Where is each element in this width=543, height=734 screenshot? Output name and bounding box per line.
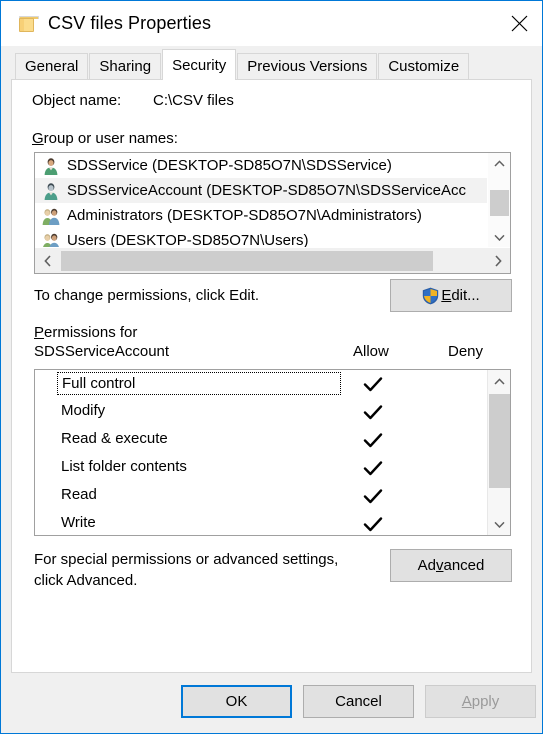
tab-security-label: Security [172,56,227,74]
column-header-allow: Allow [353,343,389,360]
user-icon [42,182,60,200]
group-list-hscroll-thumb[interactable] [61,251,433,271]
edit-button[interactable]: Edit... [390,279,512,312]
change-permissions-text: To change permissions, click Edit. [34,287,260,304]
list-item-label: SDSService (DESKTOP-SD85O7N\SDSService) [67,157,392,174]
advanced-text-line1: For special permissions or advanced sett… [34,551,339,568]
permissions-scroll-thumb[interactable] [489,394,510,488]
properties-dialog: CSV files Properties General Sharing Sec… [0,0,543,734]
deny-checkbox[interactable] [457,429,479,451]
cancel-button-label: Cancel [335,693,382,710]
scroll-down-icon[interactable] [488,227,510,247]
close-icon[interactable] [497,1,542,46]
allow-checkmark-icon[interactable] [362,457,384,479]
tab-sharing-label: Sharing [99,58,152,75]
tab-general[interactable]: General [15,53,89,79]
group-label-mnemonic: G [32,130,44,147]
permissions-rows: Full control Modify Read & execute List … [35,370,487,535]
allow-checkmark-icon[interactable] [362,373,384,395]
apply-button-label: Apply [461,693,500,710]
table-row[interactable]: Read & execute [35,426,487,454]
scroll-down-icon[interactable] [488,513,510,535]
group-icon [42,207,60,225]
table-row[interactable]: Modify [35,398,487,426]
scroll-left-icon[interactable] [35,248,59,273]
allow-checkmark-icon[interactable] [362,485,384,507]
cancel-button[interactable]: Cancel [303,685,414,718]
permission-name: Write [61,514,96,531]
group-icon [42,232,60,247]
deny-checkbox[interactable] [457,485,479,507]
scroll-up-icon[interactable] [488,370,510,392]
dialog-footer: OK Cancel Apply [1,673,542,733]
list-item[interactable]: SDSService (DESKTOP-SD85O7N\SDSService) [35,153,487,178]
permissions-label-mnemonic: P [34,324,45,341]
table-row[interactable]: List folder contents [35,454,487,482]
uac-shield-icon [422,287,439,305]
permission-name: List folder contents [61,458,187,475]
list-item-label: SDSServiceAccount (DESKTOP-SD85O7N\SDSSe… [67,182,467,199]
allow-checkmark-icon[interactable] [362,429,384,451]
permission-name: Full control [57,372,341,395]
allow-checkmark-icon[interactable] [362,513,384,535]
deny-checkbox[interactable] [457,401,479,423]
allow-checkmark-icon[interactable] [362,401,384,423]
permissions-scrollbar[interactable] [487,370,510,535]
permissions-list[interactable]: Full control Modify Read & execute List … [34,369,511,536]
permission-name: Read & execute [61,430,168,447]
group-list-items: SDSService (DESKTOP-SD85O7N\SDSService) … [35,153,487,247]
permission-name: Read [61,486,97,503]
deny-checkbox[interactable] [457,373,479,395]
folder-icon [19,15,39,32]
tab-customize-label: Customize [388,58,460,75]
group-list-horizontal-scrollbar[interactable] [35,247,510,273]
tab-previous-versions[interactable]: Previous Versions [237,53,378,79]
tab-previous-versions-label: Previous Versions [247,58,368,75]
column-header-deny: Deny [448,343,484,360]
group-or-user-names-label: Group or user names: [32,130,178,147]
list-item-label: Administrators (DESKTOP-SD85O7N\Administ… [67,207,422,224]
group-list-vertical-scrollbar[interactable] [487,153,510,247]
scroll-up-icon[interactable] [488,153,510,173]
ok-button[interactable]: OK [181,685,292,718]
tab-general-label: General [25,58,79,75]
user-icon [42,157,60,175]
apply-button: Apply [425,685,536,718]
tab-strip: General Sharing Security Previous Versio… [1,46,542,80]
tab-security[interactable]: Security [162,49,237,80]
list-item[interactable]: Users (DESKTOP-SD85O7N\Users) [35,228,487,247]
advanced-settings-text: For special permissions or advanced sett… [34,549,338,591]
list-item[interactable]: SDSServiceAccount (DESKTOP-SD85O7N\SDSSe… [35,178,487,203]
group-label-rest: roup or user names: [43,130,178,147]
table-row[interactable]: Full control [35,370,487,398]
permissions-subject: SDSServiceAccount [34,343,170,360]
advanced-button-label: Advanced [417,557,485,574]
table-row[interactable]: Read [35,482,487,510]
permissions-label-rest: ermissions for [44,324,138,341]
permissions-for-label: Permissions for SDSServiceAccount [34,323,169,361]
security-tab-panel: Object name: C:\CSV files Group or user … [11,79,532,673]
edit-button-label: Edit... [441,287,480,304]
window-title: CSV files Properties [48,13,212,33]
list-item-label: Users (DESKTOP-SD85O7N\Users) [67,232,309,247]
list-item[interactable]: Administrators (DESKTOP-SD85O7N\Administ… [35,203,487,228]
advanced-text-line2: click Advanced. [34,572,138,589]
tab-customize[interactable]: Customize [378,53,470,79]
object-name-label: Object name: [32,92,122,109]
deny-checkbox[interactable] [457,513,479,535]
advanced-button[interactable]: Advanced [390,549,512,582]
tab-sharing[interactable]: Sharing [89,53,162,79]
group-list-scroll-thumb[interactable] [490,190,509,216]
group-or-user-names-list[interactable]: SDSService (DESKTOP-SD85O7N\SDSService) … [34,152,511,274]
deny-checkbox[interactable] [457,457,479,479]
scroll-right-icon[interactable] [486,248,510,273]
table-row[interactable]: Write [35,510,487,535]
object-name-value: C:\CSV files [153,92,234,109]
title-bar: CSV files Properties [1,1,542,46]
permission-name: Modify [61,402,106,419]
ok-button-label: OK [225,693,248,710]
